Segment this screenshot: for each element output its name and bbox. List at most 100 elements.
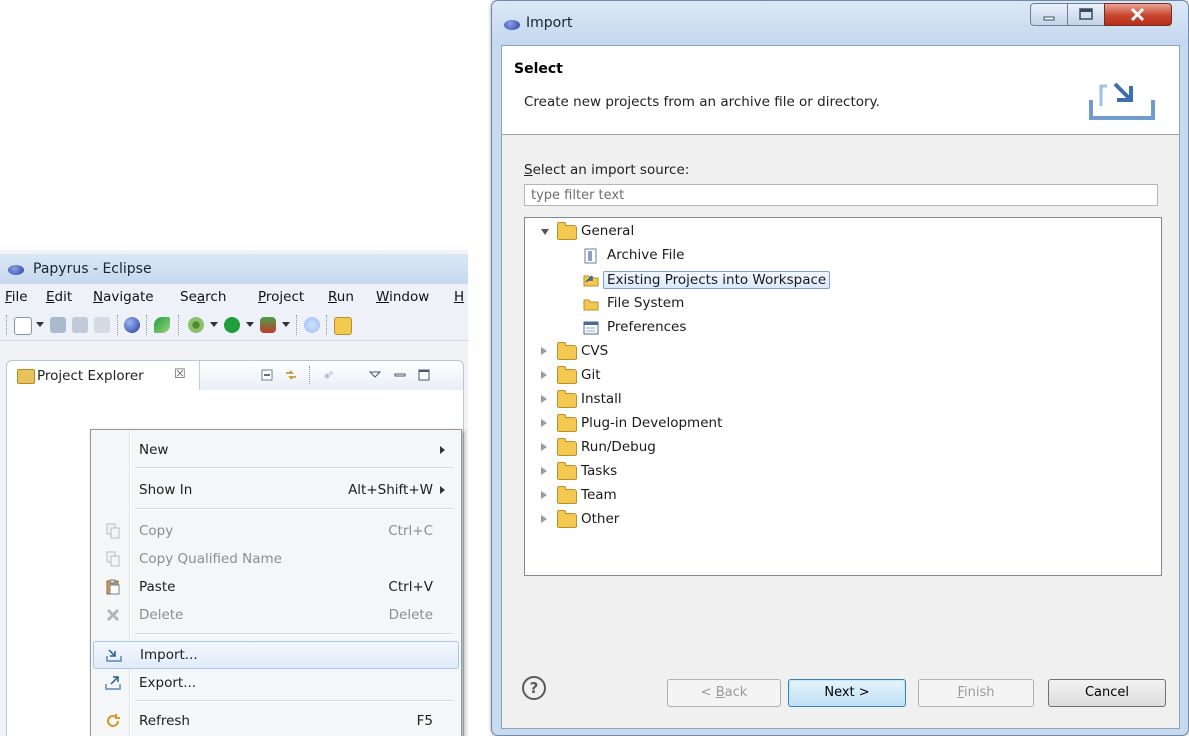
menu-item-label: Show In [139,482,193,498]
menu-item-import[interactable]: Import... [93,641,459,669]
menu-window[interactable]: Window [376,289,429,305]
archive-file-icon [584,248,597,264]
open-folder-icon[interactable] [334,317,352,335]
preferences-icon [583,321,599,335]
expand-arrow-icon[interactable] [541,347,547,355]
menu-item-copy-qualified-name[interactable]: Copy Qualified Name [93,546,457,572]
menu-item-paste[interactable]: Paste Ctrl+V [93,574,457,600]
expand-arrow-icon[interactable] [541,419,547,427]
close-view-icon[interactable]: ☒ [174,367,186,382]
existing-projects-icon [583,275,599,287]
submenu-arrow-icon [440,486,445,494]
tree-item-archive-file[interactable]: Archive File [583,245,983,267]
expand-arrow-icon[interactable] [541,491,547,499]
expand-arrow-icon[interactable] [541,515,547,523]
new-dropdown-icon[interactable] [36,322,44,327]
menu-help[interactable]: H [454,289,464,305]
finish-button[interactable]: Finish [918,679,1034,707]
print-icon[interactable] [94,317,110,333]
tree-item-existing-projects[interactable]: Existing Projects into Workspace [583,269,983,291]
filter-input[interactable] [524,184,1158,206]
menu-item-label: Copy Qualified Name [139,551,282,567]
perspective-icon[interactable] [124,317,140,333]
link-with-editor-icon[interactable] [285,369,297,381]
import-source-tree[interactable]: General Archive File Existing Projects i… [524,217,1162,576]
menu-run[interactable]: Run [328,289,354,305]
minimize-button[interactable] [1030,3,1068,26]
minimize-view-icon[interactable] [394,369,406,381]
cancel-button[interactable]: Cancel [1048,679,1166,707]
help-icon[interactable]: ? [522,676,546,700]
tree-item-plugin-development[interactable]: Plug-in Development [541,413,941,435]
close-button[interactable] [1104,3,1172,26]
expand-arrow-icon[interactable] [541,443,547,451]
eclipse-toolbar [0,310,468,341]
run-icon[interactable] [224,317,240,333]
tree-item-file-system[interactable]: File System [583,293,983,315]
expand-arrow-icon[interactable] [541,371,547,379]
delete-icon [106,608,120,622]
expand-arrow-icon[interactable] [541,395,547,403]
folder-icon [557,222,577,240]
tree-item-git[interactable]: Git [541,365,941,387]
close-icon [1130,7,1145,22]
eclipse-icon [8,265,24,275]
tree-item-label: Tasks [581,463,618,479]
menu-item-delete[interactable]: Delete Delete [93,602,457,628]
tree-item-cvs[interactable]: CVS [541,341,941,363]
next-button[interactable]: Next > [788,679,906,707]
external-tools-icon[interactable] [260,317,276,333]
new-wizard-icon[interactable] [14,317,32,335]
expand-arrow-icon[interactable] [541,467,547,475]
toolbar-separator [146,315,148,335]
save-icon[interactable] [50,317,66,333]
toolbar-separator [117,315,119,335]
view-menu-icon[interactable] [369,369,381,381]
eclipse-title-bar[interactable]: Papyrus - Eclipse [0,254,468,284]
project-explorer-view-bar: Project Explorer ☒ [6,360,464,391]
menu-search[interactable]: Search [180,289,226,305]
menu-item-refresh[interactable]: Refresh F5 [93,708,457,734]
collapse-all-icon[interactable] [261,369,273,381]
toolbar-separator [326,315,328,335]
menu-item-show-in[interactable]: Show In Alt+Shift+W [93,477,457,503]
expand-arrow-icon[interactable] [541,229,549,235]
menu-item-shortcut: Alt+Shift+W [348,482,433,498]
save-all-icon[interactable] [72,317,88,333]
papyrus-icon[interactable] [154,317,170,333]
customize-view-icon[interactable] [323,369,335,381]
tree-item-run-debug[interactable]: Run/Debug [541,437,941,459]
debug-icon[interactable] [188,317,204,333]
menu-item-export[interactable]: Export... [93,670,457,696]
tree-item-other[interactable]: Other [541,509,941,531]
back-button[interactable]: < Back [667,679,781,707]
tree-item-preferences[interactable]: Preferences [583,317,983,339]
external-tools-dropdown-icon[interactable] [282,322,290,327]
tree-item-label: Team [581,487,617,503]
menu-item-new[interactable]: New [93,437,457,463]
menu-item-label: New [139,442,169,458]
run-dropdown-icon[interactable] [246,322,254,327]
tree-item-label: Other [581,511,620,527]
tree-item-label: Plug-in Development [581,415,723,431]
folder-icon [557,462,577,480]
tree-item-label: Run/Debug [581,439,656,455]
menu-edit[interactable]: Edit [46,289,72,305]
tree-item-install[interactable]: Install [541,389,941,411]
tree-item-team[interactable]: Team [541,485,941,507]
menu-navigate[interactable]: Navigate [93,289,154,305]
tree-item-tasks[interactable]: Tasks [541,461,941,483]
maximize-button[interactable] [1067,3,1105,26]
dialog-title-bar[interactable]: Import [492,1,1188,45]
tree-item-general[interactable]: General [541,221,941,243]
submenu-arrow-icon [440,446,445,454]
menu-file[interactable]: File [5,289,28,305]
model-explorer-icon[interactable] [304,317,320,333]
menu-separator [135,508,453,510]
menu-item-copy[interactable]: Copy Ctrl+C [93,518,457,544]
debug-dropdown-icon[interactable] [210,322,218,327]
project-explorer-tab[interactable]: Project Explorer ☒ [7,361,200,391]
menu-project[interactable]: Project [258,289,304,305]
maximize-view-icon[interactable] [418,369,430,381]
menu-item-shortcut: F5 [416,713,433,729]
